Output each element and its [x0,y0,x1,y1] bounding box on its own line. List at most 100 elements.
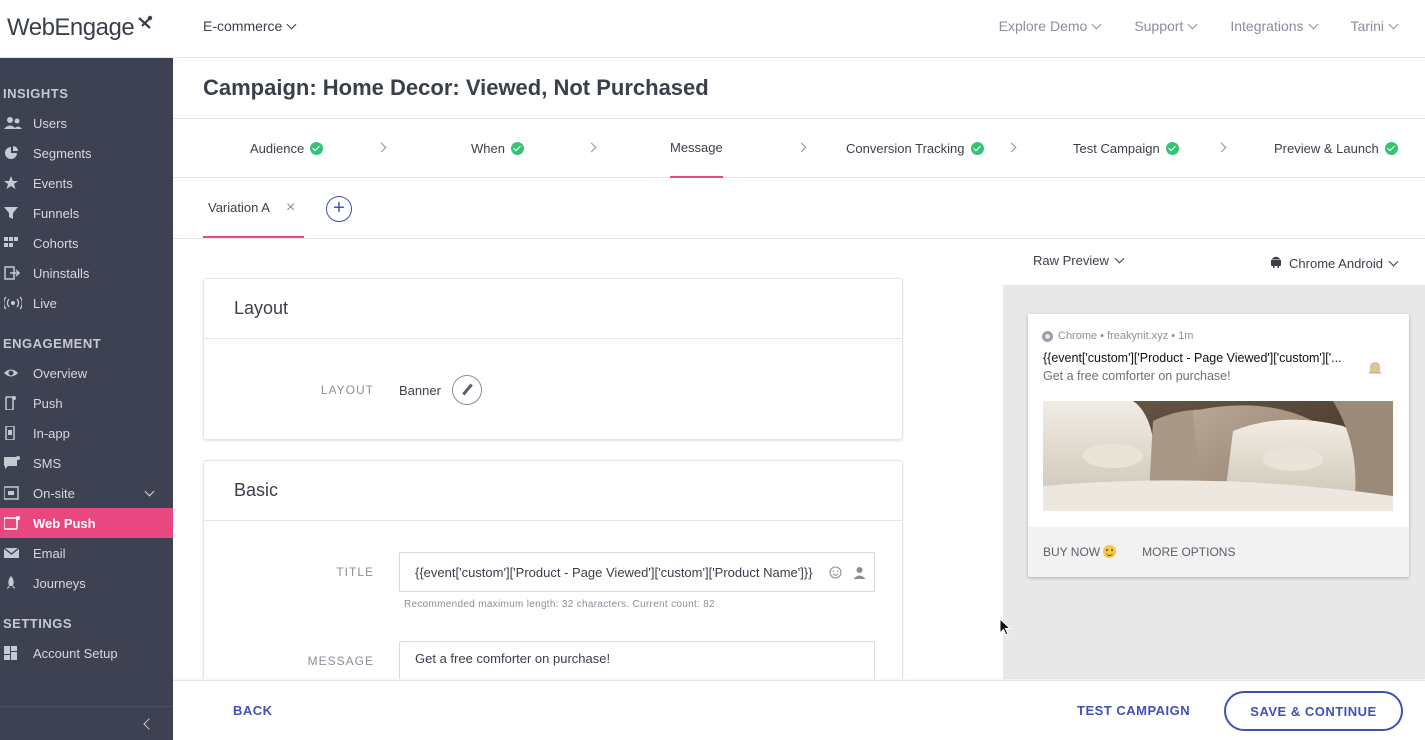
personalization-user-icon[interactable] [853,566,866,579]
notification-actions: BUY NOW MORE OPTIONS [1028,527,1409,577]
title-length-hint: Recommended maximum length: 32 character… [404,599,715,610]
sidebar-item-in-app[interactable]: In-app [0,418,173,448]
sidebar-item-sms[interactable]: SMS [0,448,173,478]
layout-card: Layout LAYOUT Banner [203,278,903,440]
eye-icon [4,366,22,380]
add-variation-button[interactable]: + [326,196,352,222]
preview-mode-select[interactable]: Raw Preview [1033,253,1125,268]
web-push-notification-preview: Chrome • freakynit.xyz • 1m {{event['cus… [1028,314,1409,577]
nav-support[interactable]: Support [1134,18,1198,34]
nav-label: Integrations [1230,18,1304,34]
step-conversion-tracking[interactable]: Conversion Tracking [846,119,984,178]
chevron-down-icon [1388,256,1399,266]
close-icon[interactable]: × [286,199,295,217]
sidebar-item-email[interactable]: Email [0,538,173,568]
nav-label: Explore Demo [998,18,1088,34]
step-label: Audience [250,141,305,156]
sidebar-section-settings: SETTINGS [3,615,73,631]
sidebar-item-on-site[interactable]: On-site [0,478,173,508]
layout-card-heading: Layout [204,279,902,339]
sidebar-item-label: Overview [33,365,88,381]
grid-icon [4,236,22,250]
sidebar-item-journeys[interactable]: Journeys [0,568,173,598]
pie-icon [4,146,22,160]
logo-text: WebEngage [7,14,135,41]
logo-mark-icon [136,14,153,42]
step-message[interactable]: Message [670,119,723,178]
test-campaign-button[interactable]: TEST CAMPAIGN [1077,703,1190,718]
step-label: Preview & Launch [1274,141,1379,156]
edit-layout-button[interactable] [452,375,482,405]
footer-bar: BACK TEST CAMPAIGN SAVE & CONTINUE [173,680,1425,740]
sidebar-item-live[interactable]: Live [0,288,173,318]
title-field-label: TITLE [336,565,374,579]
notification-preview-pane: Chrome • freakynit.xyz • 1m {{event['cus… [1003,285,1425,679]
chevron-right-icon [376,142,387,153]
variation-tabs: Variation A × + [173,178,1425,239]
save-continue-button[interactable]: SAVE & CONTINUE [1224,691,1403,731]
sidebar-item-label: Email [33,545,66,561]
step-preview-launch[interactable]: Preview & Launch [1274,119,1398,178]
emoji-picker-icon[interactable] [829,566,842,579]
chevron-right-icon [586,142,597,153]
chrome-icon [1042,330,1053,342]
mobile-icon [4,425,22,441]
device-label: Chrome Android [1289,255,1383,271]
sidebar-item-label: Push [33,395,63,411]
device-select[interactable]: Chrome Android [1270,255,1399,271]
message-form: Layout LAYOUT Banner Basic TITLE {{event… [173,239,1003,679]
buy-now-action[interactable]: BUY NOW [1043,545,1117,559]
sidebar-item-label: SMS [33,455,62,471]
message-input[interactable]: Get a free comforter on purchase! [399,641,875,679]
sidebar-item-push[interactable]: Push [0,388,173,418]
step-audience[interactable]: Audience [250,119,324,178]
dashboard-icon [4,646,22,660]
preview-mode-label: Raw Preview [1033,253,1109,268]
phone-icon [4,396,22,411]
sidebar-item-label: On-site [33,485,75,501]
chevron-down-icon[interactable] [144,486,155,497]
check-circle-icon [1384,142,1398,155]
title-input-value: {{event['custom']['Product - Page Viewed… [415,564,813,580]
chevron-down-icon [1388,19,1399,29]
more-options-action[interactable]: MORE OPTIONS [1142,545,1235,559]
preview-header: Raw Preview Chrome Android [1003,239,1425,285]
variation-label: Variation A [208,199,270,215]
sidebar-item-overview[interactable]: Overview [0,358,173,388]
sidebar-item-web-push[interactable]: Web Push [0,508,173,538]
step-when[interactable]: When [471,119,524,178]
layout-field-label: LAYOUT [320,383,374,397]
sidebar-item-segments[interactable]: Segments [0,138,173,168]
back-button[interactable]: BACK [233,703,273,718]
nav-label: Tarini [1350,18,1384,34]
sidebar-item-label: Account Setup [33,645,118,661]
rocket-icon [4,576,22,590]
webengage-logo[interactable]: WebEngage [7,10,153,46]
message-input-value: Get a free comforter on purchase! [415,651,611,666]
mouse-cursor-icon [999,617,1012,636]
sidebar-section-insights: INSIGHTS [3,85,69,101]
sidebar-item-funnels[interactable]: Funnels [0,198,173,228]
sidebar-item-cohorts[interactable]: Cohorts [0,228,173,258]
sidebar-item-account-setup[interactable]: Account Setup [0,638,173,668]
sidebar-item-label: Uninstalls [33,265,90,281]
step-label: Test Campaign [1073,141,1160,156]
project-selector[interactable]: E-commerce [203,18,297,34]
sidebar-item-events[interactable]: Events [0,168,173,198]
sidebar-item-label: Cohorts [33,235,79,251]
chat-icon [4,456,22,470]
sidebar-collapse-button[interactable] [0,706,173,740]
nav-explore-demo[interactable]: Explore Demo [998,18,1102,34]
top-bar: WebEngage E-commerce Explore Demo Suppor… [0,0,1425,58]
nav-user-menu[interactable]: Tarini [1350,18,1399,34]
nav-integrations[interactable]: Integrations [1230,18,1318,34]
sidebar-item-label: Live [33,295,57,311]
nav-label: Support [1134,18,1184,34]
check-circle-icon [310,142,324,155]
sidebar-item-uninstalls[interactable]: Uninstalls [0,258,173,288]
chevron-right-icon [1006,142,1017,153]
title-input[interactable]: {{event['custom']['Product - Page Viewed… [399,552,875,592]
sidebar-item-users[interactable]: Users [0,108,173,138]
step-test-campaign[interactable]: Test Campaign [1073,119,1179,178]
chevron-down-icon [1308,19,1318,29]
